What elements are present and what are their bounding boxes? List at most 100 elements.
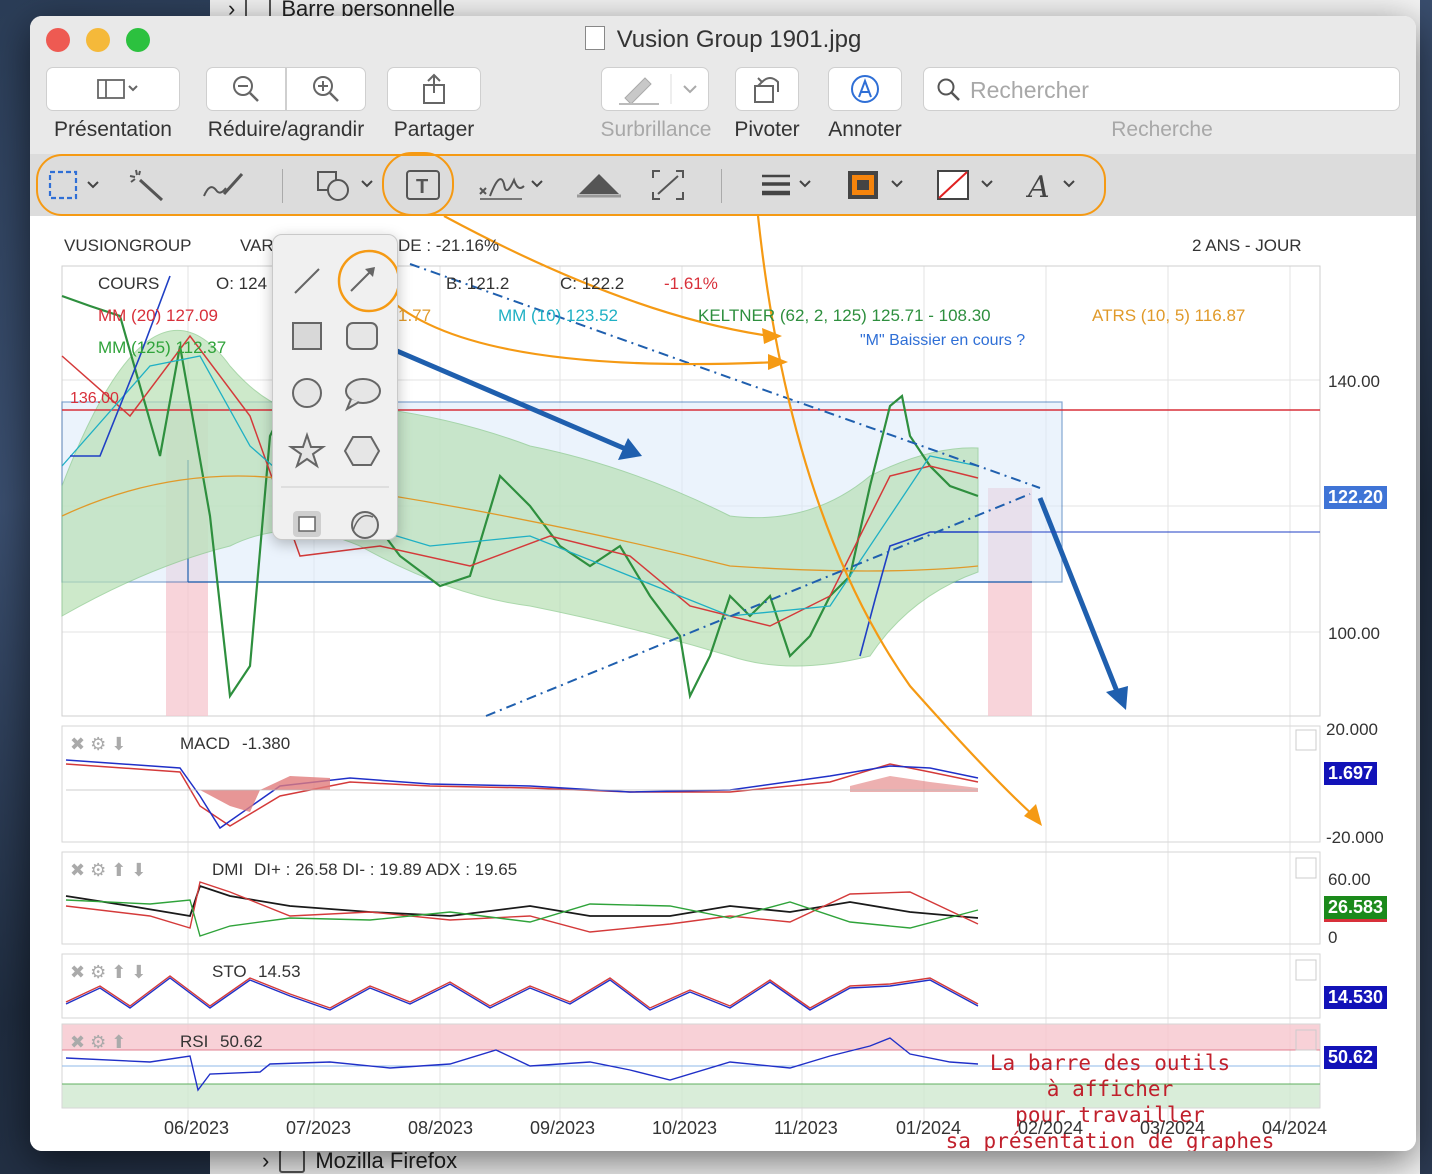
annotate-label: Annoter [828,118,902,141]
projection-arrow [1037,497,1121,695]
highlight-label: Surbrillance [600,118,712,141]
window-toolbar: Vusion Group 1901.jpg Présentation Rédui… [30,16,1416,155]
star-shape-button[interactable] [287,431,327,469]
document-canvas: VUSIONGROUP VAR DE : -21.16% 2 ANS - JOU… [30,216,1416,1151]
rsi-badge: 50.62 [1324,1046,1378,1069]
annotate-button[interactable] [828,67,902,111]
hexagon-shape-button[interactable] [343,436,381,466]
oval-shape-button[interactable] [292,378,322,408]
stock-chart [61,216,1321,1124]
ticker-label: VUSIONGROUP [64,236,192,255]
price-tick: 140.00 [1328,372,1380,391]
markup-pen-icon [851,75,879,103]
share-button[interactable] [387,67,481,111]
dmi-label: DMI [212,860,244,879]
zoom-label: Réduire/agrandir [207,118,365,141]
rounded-rectangle-shape-button[interactable] [346,322,378,350]
rotate-label: Pivoter [734,118,800,141]
var-label: VAR [240,236,274,255]
zoom-out-button[interactable] [206,67,286,111]
document-icon [584,26,605,50]
text-tool-highlight [382,152,454,216]
keltner-legend: KELTNER (62, 2, 125) 125.71 - 108.30 [698,306,991,325]
arrow-shape-button[interactable] [350,267,375,292]
macd-value: -1.380 [242,734,291,753]
x-tick: 02/2024 [1018,1118,1084,1138]
shapes-grid [281,249,401,539]
dmi-axis-top: 60.00 [1328,870,1371,889]
var-value: DE : -21.16% [398,236,500,255]
firefox-folder-item[interactable]: › Mozilla Firefox [262,1148,457,1174]
note-line: La barre des outils [989,1051,1231,1075]
search-icon [937,78,960,101]
sto-controls-icon[interactable]: ✖ ⚙ ⬆ ⬇ [70,962,146,983]
share-label: Partager [393,118,475,141]
macd-close-icon[interactable]: ✖ ⚙ ⬇ [70,734,126,755]
x-tick: 11/2023 [774,1118,838,1138]
zoom-out-icon [233,76,259,102]
markup-toolbar-highlight [36,154,1106,216]
arrow-tool-highlight [337,249,401,313]
close-value: C: 122.2 [560,274,625,293]
shapes-popover [272,234,401,540]
zoom-in-button[interactable] [286,67,366,111]
macd-axis-bottom: -20.000 [1326,828,1384,847]
rotate-button[interactable] [735,67,799,111]
x-tick: 03/2024 [1140,1118,1206,1138]
macd-badge: 1.697 [1324,762,1378,785]
b-value: B: 121.2 [446,274,510,293]
change-value: -1.61% [664,274,718,293]
line-shape-button[interactable] [294,268,320,294]
mm125-legend: MM (125) 112.37 [98,338,227,357]
rsi-controls-icon[interactable]: ✖ ⚙ ⬆ [70,1032,126,1053]
rsi-label: RSI [180,1032,209,1051]
mm20-legend: MM (20) 127.09 [98,306,218,325]
m-pattern-annotation: "M" Baissier en cours ? [860,332,1026,349]
highlight-button[interactable] [601,67,709,111]
atrs-legend: ATRS (10, 5) 116.87 [1092,306,1246,325]
period-label: 2 ANS - JOUR [1192,236,1302,255]
note-line: pour travailler [1015,1103,1205,1127]
search-placeholder: Rechercher [970,77,1089,103]
dmi-value: DI+ : 26.58 DI- : 19.89 ADX : 19.65 [254,860,518,879]
firefox-folder-label: Mozilla Firefox [315,1148,458,1173]
note-line: sa présentation de graphes [945,1129,1275,1151]
markup-toolbar: T A [30,152,1416,217]
x-tick: 08/2023 [408,1118,474,1138]
sto-label: STO [212,962,247,981]
speech-bubble-shape-button[interactable] [344,378,381,412]
sto-badge: 14.530 [1324,986,1388,1009]
x-tick: 07/2023 [286,1118,352,1138]
explanation-note: La barre des outils à afficher pour trav… [930,1050,1290,1151]
note-line: à afficher [1046,1077,1174,1101]
open-value: O: 124 [216,274,268,293]
dmi-axis-bottom: 0 [1328,928,1338,947]
dmi-controls-icon[interactable]: ✖ ⚙ ⬆ ⬇ [70,860,146,881]
zoom-in-icon [313,76,339,102]
chevron-right-icon: › [262,1148,270,1173]
dmi-badge: 26.583 [1324,896,1388,922]
cours-label: COURS [98,274,160,293]
rotate-left-icon [754,77,779,103]
sidebar-view-button[interactable] [46,67,180,111]
x-tick: 10/2023 [652,1118,718,1138]
price-tick: 100.00 [1328,624,1380,643]
last-price-badge: 122.20 [1324,486,1388,509]
rectangle-shape-button[interactable] [292,322,322,350]
rsi-value: 50.62 [220,1032,263,1051]
x-tick: 06/2023 [164,1118,230,1138]
window-title: Vusion Group 1901.jpg [30,26,1416,54]
mm-partial-legend: 1.77 [398,306,432,325]
loupe-shape-button[interactable] [351,511,379,539]
preview-window: Vusion Group 1901.jpg Présentation Rédui… [30,16,1416,1151]
presentation-label: Présentation [54,118,172,141]
search-label: Recherche [1111,118,1213,141]
macd-axis-top: 20.000 [1326,720,1378,739]
macd-label: MACD [180,734,231,753]
highlighter-icon [619,74,697,105]
search-field[interactable]: Rechercher [923,67,1400,111]
x-tick: 04/2024 [1262,1118,1328,1138]
mm10-legend: MM (10) 123.52 [498,306,618,325]
mask-shape-button[interactable] [293,511,321,537]
sidebar-icon [97,79,138,99]
